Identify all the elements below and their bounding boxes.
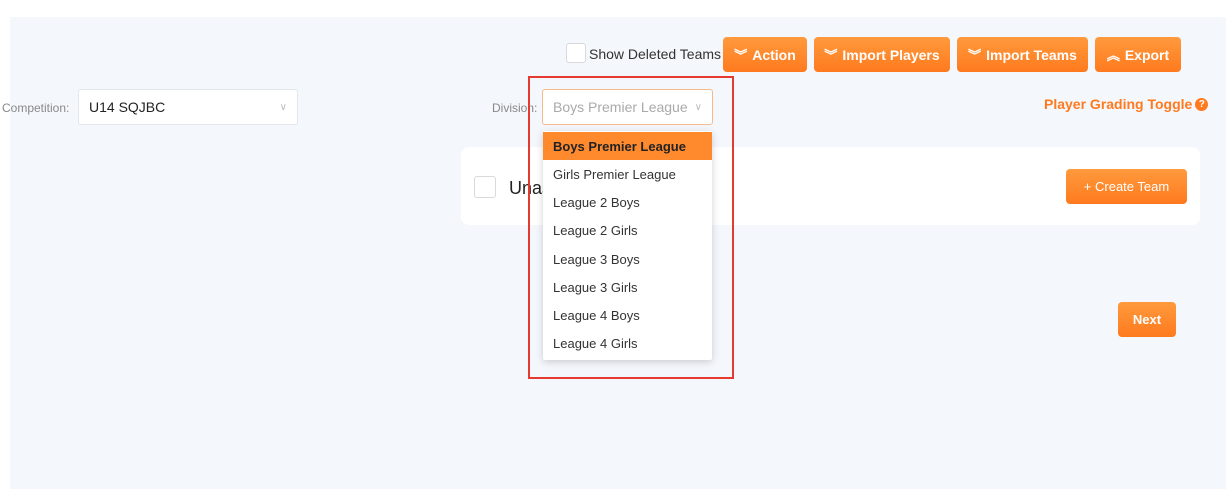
division-option[interactable]: Boys Premier League [543, 132, 712, 160]
import-teams-button[interactable]: ︾ Import Teams [957, 37, 1088, 72]
competition-select[interactable]: U14 SQJBC ∨ [78, 89, 298, 125]
import-players-button[interactable]: ︾ Import Players [814, 37, 950, 72]
next-button-label: Next [1132, 312, 1162, 327]
division-select[interactable]: Boys Premier League ∨ [542, 89, 713, 125]
division-option[interactable]: League 4 Boys [543, 301, 712, 329]
import-teams-label: Import Teams [986, 46, 1077, 63]
team-select-checkbox[interactable] [474, 176, 496, 198]
division-option[interactable]: Girls Premier League [543, 160, 712, 188]
chevron-double-down-icon: ︾ [968, 48, 982, 63]
show-deleted-checkbox[interactable] [566, 43, 586, 63]
competition-value: U14 SQJBC [89, 99, 166, 115]
help-icon[interactable]: ? [1195, 98, 1209, 111]
division-option[interactable]: League 2 Boys [543, 188, 712, 216]
division-option[interactable]: League 2 Girls [543, 216, 712, 244]
show-deleted-label: Show Deleted Teams [589, 46, 722, 62]
player-grading-label: Player Grading Toggle [1044, 96, 1193, 112]
competition-label: Competition: [2, 101, 70, 115]
chevron-down-icon: ∨ [279, 101, 287, 113]
chevron-double-down-icon: ︾ [824, 48, 838, 63]
division-option[interactable]: League 3 Boys [543, 245, 712, 273]
player-grading-toggle[interactable]: Player Grading Toggle? [1044, 96, 1209, 114]
division-value: Boys Premier League [553, 99, 688, 115]
create-team-label: + Create Team [1083, 179, 1170, 194]
chevron-double-down-icon: ︾ [734, 48, 748, 63]
division-label: Division: [492, 101, 538, 115]
division-option[interactable]: League 4 Girls [543, 329, 712, 357]
export-button[interactable]: ︽ Export [1095, 37, 1181, 72]
action-button[interactable]: ︾ Action [723, 37, 807, 72]
next-button[interactable]: Next [1118, 302, 1176, 337]
export-button-label: Export [1124, 46, 1170, 63]
division-dropdown: Boys Premier League Girls Premier League… [543, 131, 712, 360]
action-button-label: Action [752, 46, 796, 63]
chevron-double-up-icon: ︽ [1106, 48, 1120, 63]
import-players-label: Import Players [842, 46, 940, 63]
chevron-down-icon: ∨ [694, 101, 702, 113]
division-option[interactable]: League 3 Girls [543, 273, 712, 301]
create-team-button[interactable]: + Create Team [1066, 169, 1187, 204]
